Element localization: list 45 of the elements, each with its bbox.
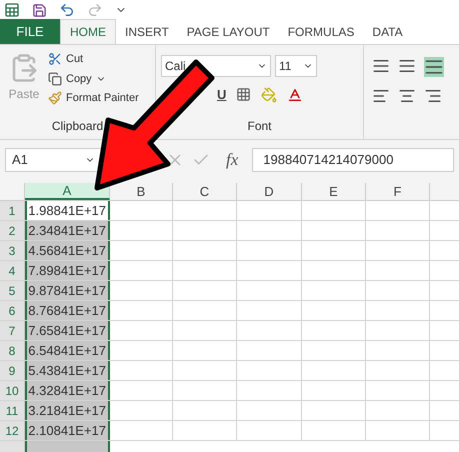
row-header[interactable]: 2 (0, 221, 25, 240)
column-header[interactable]: A (25, 183, 110, 200)
row-header[interactable]: 1 (0, 201, 25, 220)
table-cell[interactable]: 5.43841E+17 (25, 361, 110, 380)
name-box[interactable]: A1 (5, 148, 102, 172)
group-label: Font (246, 118, 272, 135)
formula-field[interactable]: 198840714214079000 (252, 148, 454, 172)
file-tab[interactable]: FILE (0, 19, 60, 44)
table-cell[interactable]: 2.10841E+17 (25, 421, 110, 440)
cut-button[interactable]: Cut (48, 51, 139, 68)
ribbon-tab[interactable]: HOME (60, 19, 116, 44)
table-cell[interactable]: 1.98841E+17 (25, 201, 110, 220)
table-cell[interactable]: 4.32841E+17 (25, 381, 110, 400)
column-header[interactable]: C (173, 183, 237, 200)
table-cell[interactable]: 9.87841E+17 (25, 281, 110, 300)
font-size-field[interactable]: 11 (275, 55, 317, 77)
column-header[interactable]: D (237, 183, 302, 200)
row-header[interactable]: 8 (0, 341, 25, 360)
group-label: Clipboard (50, 118, 104, 135)
insert-function-button[interactable]: fx (226, 147, 238, 173)
table-cell[interactable]: 3.21841E+17 (25, 401, 110, 420)
underline-button[interactable]: U (217, 85, 226, 104)
row-header[interactable]: 11 (0, 401, 25, 420)
ribbon-tab[interactable]: INSERT (116, 19, 178, 44)
column-header[interactable]: E (302, 183, 366, 200)
format-painter-button[interactable]: Format Painter (48, 90, 139, 106)
table-cell[interactable]: 8.76841E+17 (25, 301, 110, 320)
ribbon-tab[interactable]: FORMULAS (278, 19, 364, 44)
table-cell[interactable]: 7.89841E+17 (25, 261, 110, 280)
row-header[interactable]: 9 (0, 361, 25, 380)
row-header[interactable]: 5 (0, 281, 25, 300)
row-header[interactable]: 6 (0, 301, 25, 320)
row-header[interactable]: 7 (0, 321, 25, 340)
row-header[interactable]: 3 (0, 241, 25, 260)
table-cell[interactable]: 7.65841E+17 (25, 321, 110, 340)
row-header[interactable]: 12 (0, 421, 25, 440)
column-header[interactable]: F (366, 183, 430, 200)
copy-button[interactable]: Copy (48, 70, 139, 87)
row-header[interactable]: 4 (0, 261, 25, 280)
table-cell[interactable]: 2.34841E+17 (25, 221, 110, 240)
ribbon-tab[interactable]: DATA (363, 19, 412, 44)
ribbon-tab[interactable]: PAGE LAYOUT (178, 19, 279, 44)
table-cell[interactable]: 4.56841E+17 (25, 241, 110, 260)
table-cell[interactable]: 6.54841E+17 (25, 341, 110, 360)
row-header[interactable]: 10 (0, 381, 25, 400)
